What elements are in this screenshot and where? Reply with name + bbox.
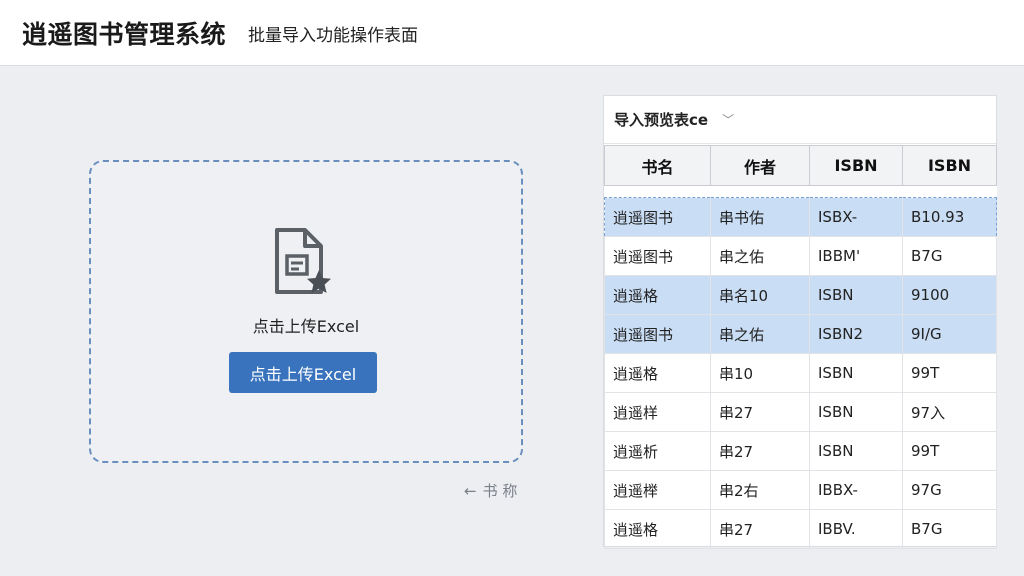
cell-isbn-2: 99T (902, 353, 997, 393)
column-header-author[interactable]: 作者 (710, 145, 810, 186)
cell-isbn-2: 9100 (902, 275, 997, 315)
back-link[interactable]: ← 书 称 (464, 480, 517, 501)
preview-select-label: 导入预览表ce (614, 111, 709, 129)
cell-author: 串之佑 (710, 314, 810, 354)
table-row[interactable]: 逍遥图书 串之佑 IBBM' B7G (604, 236, 997, 276)
table-row[interactable]: 逍遥格 串10 ISBN 99T (604, 353, 997, 393)
preview-table-select[interactable]: 导入预览表ce ﹀ (604, 96, 996, 144)
cell-isbn-2: 97G (902, 470, 997, 510)
cell-title: 逍遥榉 (604, 470, 711, 510)
cell-title: 逍遥格 (604, 275, 711, 315)
table-row[interactable]: 逍遥格 串名10 ISBN 9100 (604, 275, 997, 315)
cell-isbn: IBBX- (809, 470, 903, 510)
arrow-left-icon: ← (464, 481, 477, 500)
back-hint-label: 书 称 (482, 482, 518, 500)
cell-isbn: ISBN (809, 392, 903, 432)
cell-author: 串之佑 (710, 236, 810, 276)
cell-author: 串10 (710, 353, 810, 393)
cell-isbn-2: 99T (902, 431, 997, 471)
column-header-title[interactable]: 书名 (604, 145, 711, 186)
cell-isbn-2: B7G (902, 509, 997, 549)
cell-author: 串书佑 (710, 197, 810, 237)
chevron-down-icon[interactable]: ﹀ (722, 111, 734, 128)
table-row[interactable]: 逍遥析 串27 ISBN 99T (604, 431, 997, 471)
table-spacer (604, 185, 997, 198)
cell-isbn: ISBN2 (809, 314, 903, 354)
cell-title: 逍遥格 (604, 509, 711, 549)
table-row[interactable]: 逍遥样 串27 ISBN 97入 (604, 392, 997, 432)
cell-author: 串名10 (710, 275, 810, 315)
cell-isbn-2: B10.93 (902, 197, 997, 237)
app-title: 逍遥图书管理系统 (22, 19, 227, 49)
column-header-isbn-2[interactable]: ISBN (902, 145, 997, 186)
upload-instruction: 点击上传Excel (252, 317, 360, 336)
table-row[interactable]: 逍遥榉 串2右 IBBX- 97G (604, 470, 997, 510)
cell-author: 串2右 (710, 470, 810, 510)
cell-title: 逍遥析 (604, 431, 711, 471)
document-star-icon (275, 228, 331, 294)
cell-title: 逍遥样 (604, 392, 711, 432)
cell-title: 逍遥图书 (604, 197, 711, 237)
cell-isbn: ISBN (809, 275, 903, 315)
cell-title: 逍遥格 (604, 353, 711, 393)
table-row[interactable]: 逍遥格 串27 IBBV. B7G (604, 509, 997, 549)
table-header-row: 书名 作者 ISBN ISBN (604, 145, 997, 186)
cell-isbn: ISBX- (809, 197, 903, 237)
cell-isbn-2: 9I/G (902, 314, 997, 354)
cell-isbn: ISBN (809, 431, 903, 471)
page-subtitle: 批量导入功能操作表面 (248, 26, 419, 46)
cell-isbn: IBBM' (809, 236, 903, 276)
cell-author: 串27 (710, 509, 810, 549)
cell-title: 逍遥图书 (604, 314, 711, 354)
cell-isbn-2: 97入 (902, 392, 997, 432)
cell-author: 串27 (710, 392, 810, 432)
cell-title: 逍遥图书 (604, 236, 711, 276)
upload-excel-button[interactable]: 点击上传Excel (229, 352, 377, 393)
table-row[interactable]: 逍遥图书 串书佑 ISBX- B10.93 (604, 197, 997, 237)
column-header-isbn[interactable]: ISBN (809, 145, 903, 186)
table-row[interactable]: 逍遥图书 串之佑 ISBN2 9I/G (604, 314, 997, 354)
app-header: 逍遥图书管理系统 批量导入功能操作表面 (0, 0, 1024, 66)
cell-isbn: IBBV. (809, 509, 903, 549)
upload-dropzone[interactable] (89, 160, 523, 463)
import-preview-panel: 导入预览表ce ﹀ 书名 作者 ISBN ISBN 逍遥图书 串书佑 ISBX-… (603, 95, 997, 549)
preview-table: 书名 作者 ISBN ISBN 逍遥图书 串书佑 ISBX- B10.93 逍遥… (604, 145, 997, 549)
cell-isbn: ISBN (809, 353, 903, 393)
cell-author: 串27 (710, 431, 810, 471)
cell-isbn-2: B7G (902, 236, 997, 276)
